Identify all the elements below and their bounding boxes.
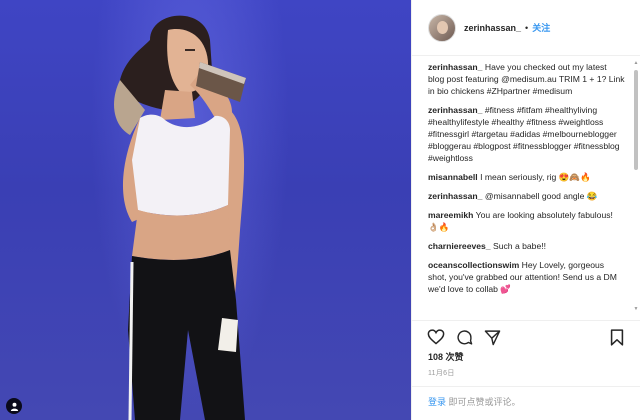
separator-dot: • (525, 22, 529, 33)
like-button[interactable] (424, 326, 448, 348)
comments-list[interactable]: zerinhassan_ Have you checked out my lat… (412, 57, 640, 319)
photo-subject-illustration (114, 15, 246, 420)
likes-count[interactable]: 108 次赞 (428, 350, 464, 363)
login-link[interactable]: 登录 (428, 397, 446, 407)
comment-username[interactable]: zerinhassan_ (428, 62, 482, 72)
scroll-up-arrow-icon[interactable]: ▲ (633, 60, 639, 66)
follow-button[interactable]: 关注 (532, 21, 550, 34)
comment-username[interactable]: charniereeves_ (428, 241, 491, 251)
comment-username[interactable]: misannabell (428, 172, 478, 182)
comment-item: zerinhassan_ @misannabell good angle 😂 (428, 190, 625, 202)
comment-text: I mean seriously, rig 😍🙈🔥 (480, 172, 591, 182)
comment-item: charniereeves_ Such a babe!! (428, 240, 625, 252)
comment-item: zerinhassan_ #fitness #fitfam #healthyli… (428, 104, 625, 164)
post-actions-bar (412, 320, 640, 349)
post-photo[interactable] (0, 0, 411, 420)
header-username[interactable]: zerinhassan_ (464, 23, 521, 33)
scroll-down-arrow-icon[interactable]: ▼ (633, 306, 639, 312)
comment-item: misannabell I mean seriously, rig 😍🙈🔥 (428, 171, 625, 183)
speech-bubble-icon (456, 329, 472, 345)
user-tag-button[interactable] (6, 398, 22, 414)
share-button[interactable] (480, 326, 504, 348)
bookmark-icon (610, 328, 624, 346)
post-details-panel: zerinhassan_ • 关注 zerinhassan_ Have you … (411, 0, 640, 420)
login-prompt-text: 即可点赞或评论。 (448, 397, 521, 407)
comment-item: oceanscollectionswim Hey Lovely, gorgeou… (428, 259, 625, 295)
scroll-thumb[interactable] (634, 70, 638, 170)
login-prompt: 登录 即可点赞或评论。 (412, 386, 640, 420)
comment-username[interactable]: mareemikh (428, 210, 473, 220)
comments-scrollbar[interactable]: ▲ ▼ (633, 60, 639, 312)
comment-button[interactable] (452, 326, 476, 348)
avatar[interactable] (428, 13, 456, 42)
post-header: zerinhassan_ • 关注 (412, 0, 640, 56)
comment-text: @misannabell good angle 😂 (484, 191, 598, 201)
comment-item: mareemikh You are looking absolutely fab… (428, 209, 625, 233)
save-button[interactable] (605, 326, 629, 348)
comment-item: zerinhassan_ Have you checked out my lat… (428, 61, 625, 97)
comment-username[interactable]: zerinhassan_ (428, 191, 482, 201)
user-tag-icon (10, 402, 18, 411)
send-icon (484, 329, 500, 345)
comment-username[interactable]: oceanscollectionswim (428, 260, 519, 270)
post-date: 11月6日 (428, 370, 455, 377)
heart-icon (427, 329, 445, 345)
comment-username[interactable]: zerinhassan_ (428, 105, 482, 115)
comment-text: Such a babe!! (492, 241, 547, 251)
